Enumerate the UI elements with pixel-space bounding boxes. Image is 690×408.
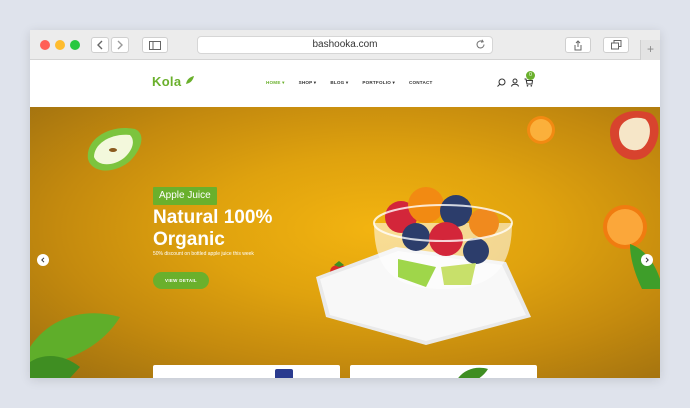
sidebar-icon: [149, 40, 161, 50]
user-icon[interactable]: [511, 78, 519, 87]
new-tab-button[interactable]: +: [640, 40, 660, 60]
search-icon[interactable]: [497, 78, 506, 87]
minimize-window-button[interactable]: [55, 40, 65, 50]
nav-item-label: PORTFOLIO: [362, 80, 391, 85]
chevron-down-icon: ▾: [344, 80, 349, 85]
apple-slice-illustration: [87, 128, 142, 171]
nav-item-label: CONTACT: [408, 80, 433, 85]
back-button[interactable]: [91, 37, 109, 53]
show-tabs-button[interactable]: [603, 37, 629, 53]
product-thumbnail: [275, 369, 293, 378]
apple-illustration: [610, 111, 659, 160]
nav-item-home[interactable]: HOME ▾: [266, 80, 285, 86]
zoom-window-button[interactable]: [70, 40, 80, 50]
orange-slice-illustration: [527, 116, 555, 144]
hero-title: Natural 100% Organic: [153, 207, 273, 250]
url-text: bashooka.com: [312, 39, 378, 50]
hero-slider: Apple Juice Natural 100% Organic 50% dis…: [30, 107, 660, 378]
fruit-salad-bowl-illustration: [316, 187, 531, 345]
nav-item-contact[interactable]: CONTACT: [409, 80, 433, 86]
leaf-icon: [186, 76, 194, 84]
nav-item-portfolio[interactable]: PORTFOLIO ▾: [362, 80, 395, 86]
slider-prev-button[interactable]: [37, 254, 49, 266]
chevron-down-icon: ▾: [280, 80, 285, 85]
chevron-down-icon: ▾: [390, 80, 395, 85]
site-header: Kola HOME ▾ SHOP ▾ BLOG ▾ PORTFOLIO ▾ CONTAC…: [30, 61, 660, 107]
chevron-down-icon: ▾: [312, 80, 317, 85]
chevron-right-icon: [645, 257, 649, 263]
forward-button[interactable]: [111, 37, 129, 53]
address-bar[interactable]: bashooka.com: [197, 36, 493, 54]
orange-slice-illustration-2: [603, 205, 660, 289]
nav-item-label: HOME: [266, 80, 281, 85]
browser-toolbar: bashooka.com +: [30, 30, 660, 60]
slider-next-button[interactable]: [641, 254, 653, 266]
nav-item-blog[interactable]: BLOG ▾: [330, 80, 348, 86]
leaf-thumbnail: [458, 367, 488, 378]
reload-icon[interactable]: [475, 39, 486, 50]
chevron-left-icon: [41, 257, 45, 263]
nav-item-label: BLOG: [330, 80, 345, 85]
back-icon: [97, 40, 103, 50]
nav-item-shop[interactable]: SHOP ▾: [299, 80, 317, 86]
tabs-icon: [610, 40, 621, 50]
share-button[interactable]: [565, 37, 591, 53]
forward-icon: [117, 40, 123, 50]
share-icon: [574, 39, 582, 50]
sidebar-button[interactable]: [142, 37, 168, 53]
leaves-illustration: [30, 313, 120, 378]
product-card-2[interactable]: [350, 365, 537, 378]
cart-count-badge: 0: [526, 71, 535, 80]
hero-badge: Apple Juice: [153, 187, 217, 205]
site-logo[interactable]: Kola: [152, 74, 181, 89]
browser-window: bashooka.com + Kola HOME ▾ SHOP ▾ BLOG ▾ PO…: [30, 30, 660, 378]
view-detail-button[interactable]: VIEW DETAIL: [153, 272, 209, 289]
nav-item-label: SHOP: [298, 80, 313, 85]
main-nav: HOME ▾ SHOP ▾ BLOG ▾ PORTFOLIO ▾ CONTACT: [266, 80, 446, 86]
product-card[interactable]: [153, 365, 340, 378]
hero-subtitle: 50% discount on bottled apple juice this…: [153, 251, 254, 257]
close-window-button[interactable]: [40, 40, 50, 50]
